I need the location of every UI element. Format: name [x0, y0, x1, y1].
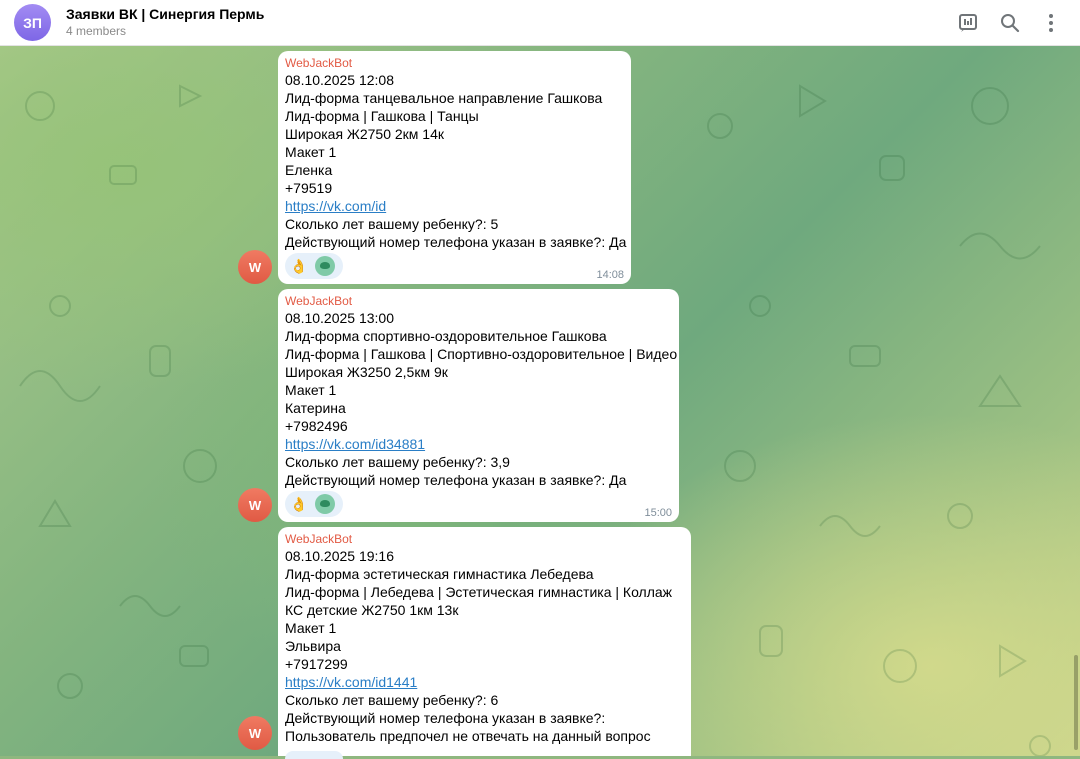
more-vertical-icon[interactable]	[1039, 11, 1063, 35]
chat-member-count: 4 members	[66, 24, 127, 38]
message-time: 15:00	[644, 507, 672, 519]
message-line: 08.10.2025 19:16	[285, 548, 394, 564]
message-line: Лид-форма танцевальное направление Гашко…	[285, 90, 603, 106]
message-line: Сколько лет вашему ребенку?: 6	[285, 692, 499, 708]
sender-name[interactable]: WebJackBot	[285, 293, 671, 309]
message-line: Действующий номер телефона указан в заяв…	[285, 234, 627, 250]
ok-hand-reaction[interactable]: 👌	[289, 256, 309, 276]
message-line: Широкая Ж2750 2км 14к	[285, 126, 444, 142]
green-logo-reaction-icon[interactable]	[315, 494, 335, 514]
message-line: Макет 1	[285, 144, 337, 160]
message-line: Лид-форма | Гашкова | Спортивно-оздорови…	[285, 346, 678, 362]
message-line: Сколько лет вашему ребенку?: 5	[285, 216, 499, 232]
sender-name[interactable]: WebJackBot	[285, 531, 683, 547]
message-line: Макет 1	[285, 382, 337, 398]
phone-number: +79519	[285, 180, 333, 196]
ok-hand-reaction[interactable]: 👌	[289, 494, 309, 514]
phone-number: +7982496	[285, 418, 348, 434]
vk-profile-link[interactable]: https://vk.com/id34881	[285, 436, 425, 452]
message-line: Лид-форма | Лебедева | Эстетическая гимн…	[285, 584, 673, 600]
message-line: Сколько лет вашему ребенку?: 3,9	[285, 454, 510, 470]
vk-profile-link[interactable]: https://vk.com/id	[285, 198, 386, 214]
sender-avatar[interactable]: W	[238, 488, 272, 522]
message-bubble: WebJackBot 08.10.2025 19:16 Лид-форма эс…	[278, 527, 691, 759]
reactions-bar[interactable]	[285, 751, 343, 759]
vk-profile-link[interactable]: https://vk.com/id1441	[285, 674, 417, 690]
phone-number: +7917299	[285, 656, 348, 672]
message-line: Действующий номер телефона указан в заяв…	[285, 710, 606, 726]
message-line: Лид-форма | Гашкова | Танцы	[285, 108, 479, 124]
chat-title[interactable]: Заявки ВК | Синергия Пермь	[66, 6, 264, 22]
sender-name[interactable]: WebJackBot	[285, 55, 623, 71]
message-line: Пользователь предпочел не отвечать на да…	[285, 728, 651, 744]
message-line: 08.10.2025 13:00	[285, 310, 394, 326]
message-line: Катерина	[285, 400, 346, 416]
message-line: Лид-форма спортивно-оздоровительное Гашк…	[285, 328, 607, 344]
message-line: Эльвира	[285, 638, 341, 654]
message-bubble: WebJackBot 08.10.2025 12:08 Лид-форма та…	[278, 51, 631, 284]
message-bubble: WebJackBot 08.10.2025 13:00 Лид-форма сп…	[278, 289, 679, 522]
chat-header: ЗП Заявки ВК | Синергия Пермь 4 members	[0, 0, 1080, 46]
search-icon[interactable]	[998, 11, 1022, 35]
chat-scrollbar[interactable]	[1074, 655, 1078, 750]
message-line: Действующий номер телефона указан в заяв…	[285, 472, 627, 488]
chat-avatar[interactable]: ЗП	[14, 4, 51, 41]
message-line: Макет 1	[285, 620, 337, 636]
message-line: Лид-форма эстетическая гимнастика Лебеде…	[285, 566, 594, 582]
poll-icon[interactable]	[956, 11, 980, 35]
sender-avatar[interactable]: W	[238, 716, 272, 750]
message-line: Еленка	[285, 162, 333, 178]
reactions-bar[interactable]: 👌	[285, 491, 343, 517]
reactions-bar[interactable]: 👌	[285, 253, 343, 279]
message-line: 08.10.2025 12:08	[285, 72, 394, 88]
sender-avatar[interactable]: W	[238, 250, 272, 284]
message-line: КС детские Ж2750 1км 13к	[285, 602, 459, 618]
message-line: Широкая Ж3250 2,5км 9к	[285, 364, 448, 380]
green-logo-reaction-icon[interactable]	[315, 256, 335, 276]
message-time: 14:08	[596, 269, 624, 281]
